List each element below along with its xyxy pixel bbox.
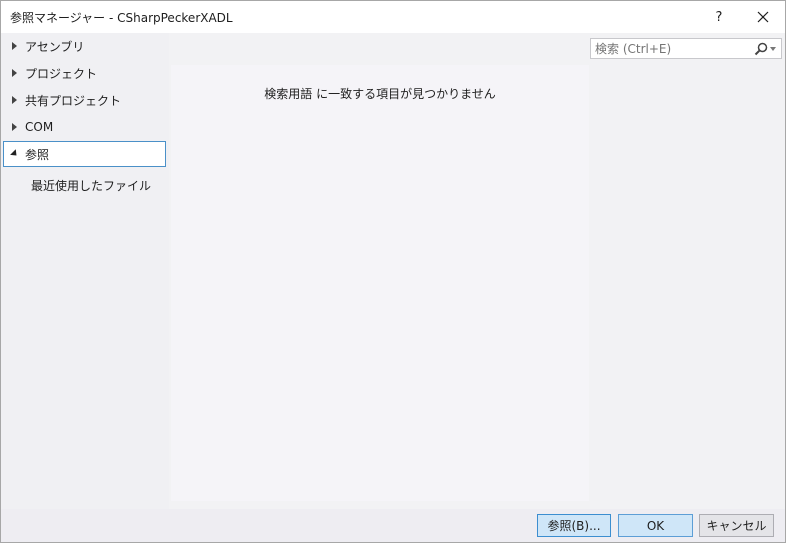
- tree-item-projects[interactable]: プロジェクト: [3, 60, 166, 86]
- expand-arrow-icon[interactable]: [4, 69, 20, 77]
- collapse-arrow-icon[interactable]: [4, 148, 20, 158]
- tree-item-label: 参照: [25, 147, 50, 162]
- tree-item-label: 共有プロジェクト: [25, 93, 122, 108]
- results-list: 検索用語 に一致する項目が見つかりません: [171, 65, 589, 501]
- category-tree: アセンブリ プロジェクト 共有プロジェクト COM 参照 最近使用したファイル: [1, 33, 169, 509]
- close-button[interactable]: [748, 5, 778, 29]
- title-bar: 参照マネージャー - CSharpPeckerXADL ?: [1, 1, 785, 33]
- help-icon: ?: [715, 9, 723, 25]
- tree-item-recent-files[interactable]: 最近使用したファイル: [31, 177, 151, 194]
- help-button[interactable]: ?: [704, 5, 734, 29]
- reference-manager-window: 参照マネージャー - CSharpPeckerXADL ? アセンブリ プロジェ…: [0, 0, 786, 543]
- close-icon: [757, 11, 769, 23]
- ok-button[interactable]: OK: [618, 514, 693, 537]
- browse-button[interactable]: 参照(B)...: [537, 514, 611, 537]
- tree-item-label: アセンブリ: [25, 39, 85, 54]
- expand-arrow-icon[interactable]: [4, 123, 20, 131]
- search-options-dropdown-icon[interactable]: [770, 46, 776, 51]
- search-icon[interactable]: [753, 41, 769, 57]
- expand-arrow-icon[interactable]: [4, 96, 20, 104]
- tree-item-shared-projects[interactable]: 共有プロジェクト: [3, 87, 166, 113]
- empty-results-message: 検索用語 に一致する項目が見つかりません: [264, 87, 496, 101]
- tree-item-assemblies[interactable]: アセンブリ: [3, 33, 166, 59]
- tree-item-label: COM: [25, 120, 54, 134]
- search-input[interactable]: [591, 41, 753, 56]
- tree-item-label: プロジェクト: [25, 66, 98, 81]
- cancel-button[interactable]: キャンセル: [699, 514, 774, 537]
- tree-item-browse[interactable]: 参照: [3, 141, 166, 167]
- search-box[interactable]: [590, 38, 782, 59]
- tree-item-com[interactable]: COM: [3, 114, 166, 140]
- window-title: 参照マネージャー - CSharpPeckerXADL: [10, 11, 233, 25]
- expand-arrow-icon[interactable]: [4, 42, 20, 50]
